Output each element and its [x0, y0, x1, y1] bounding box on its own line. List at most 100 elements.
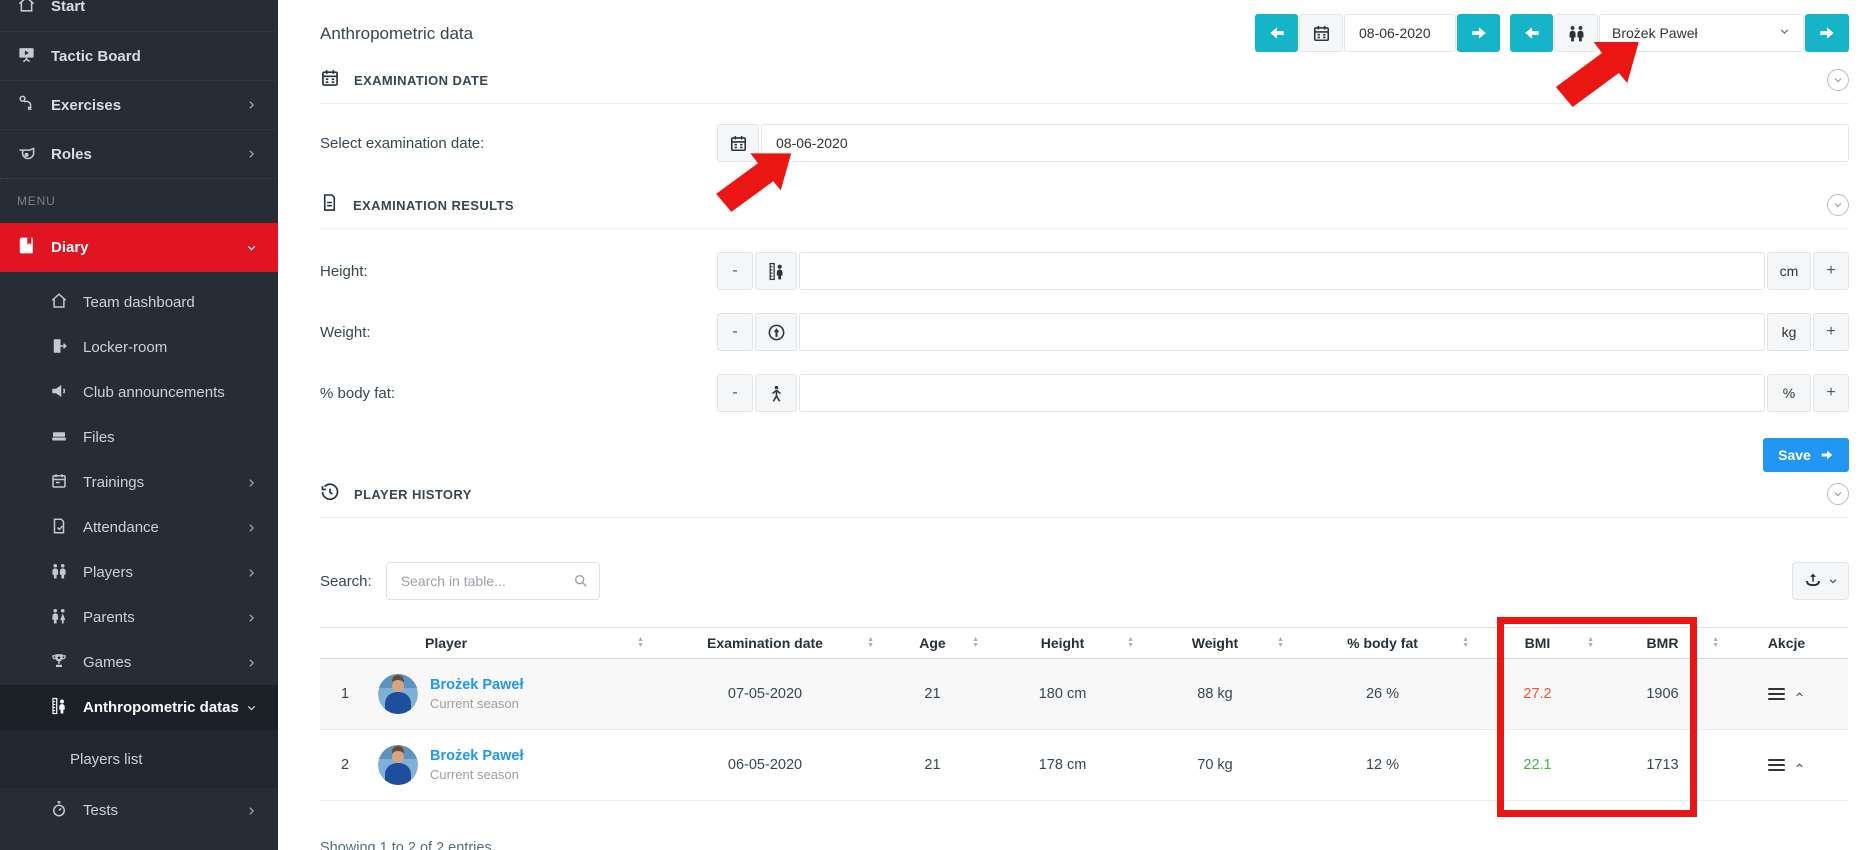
main-content: Anthropometric data Brożek Paweł: [278, 0, 1873, 850]
column-header-akcje: Akcje: [1725, 628, 1848, 659]
column-header-bmi[interactable]: BMI ▲▼: [1475, 628, 1600, 659]
field-label: Select examination date:: [320, 135, 717, 152]
decrement-button[interactable]: -: [717, 252, 753, 290]
sidebar-item-label: Players list: [70, 751, 143, 768]
calendar-icon[interactable]: [717, 124, 759, 162]
cell-bmr: 1906: [1600, 659, 1725, 730]
chevron-down-icon: [245, 241, 258, 254]
sidebar-anthropometric-group: Anthropometric datas Players list: [0, 685, 278, 788]
book-icon: [17, 236, 36, 259]
sort-icon[interactable]: ▲▼: [1277, 637, 1284, 649]
chevron-right-icon: [245, 148, 258, 161]
next-player-button[interactable]: [1805, 14, 1849, 52]
player-link[interactable]: Brożek Paweł: [430, 748, 524, 764]
date-navigator: [1255, 14, 1500, 52]
sidebar-item-label: Locker-room: [83, 339, 167, 356]
sidebar-item-games[interactable]: Games: [0, 640, 278, 685]
sort-icon[interactable]: ▲▼: [1712, 637, 1719, 649]
trophy-icon: [50, 652, 68, 674]
body-fat-field-row: % body fat: - % +: [320, 374, 1849, 412]
row-actions-button[interactable]: [1725, 685, 1848, 702]
player-select[interactable]: Brożek Paweł: [1599, 14, 1804, 52]
menu-icon: [1768, 756, 1785, 773]
increment-button[interactable]: +: [1813, 252, 1849, 290]
sort-icon[interactable]: ▲▼: [637, 637, 644, 649]
chevron-right-icon: [245, 521, 258, 534]
height-input[interactable]: [799, 252, 1765, 290]
sort-icon[interactable]: ▲▼: [867, 637, 874, 649]
sidebar-item-label: Tests: [83, 802, 118, 819]
prev-date-button[interactable]: [1255, 14, 1298, 52]
search-label: Search:: [320, 573, 372, 590]
column-header-examination-date[interactable]: Examination date ▲▼: [650, 628, 880, 659]
sidebar-item-start[interactable]: Start: [0, 0, 278, 31]
sidebar-item-club-announcements[interactable]: Club announcements: [0, 370, 278, 415]
sidebar-item-players[interactable]: Players: [0, 550, 278, 595]
header-date-input[interactable]: [1344, 14, 1456, 52]
sidebar-item-files[interactable]: Files: [0, 415, 278, 460]
increment-button[interactable]: +: [1813, 313, 1849, 351]
row-actions-button[interactable]: [1725, 756, 1848, 773]
sort-icon[interactable]: ▲▼: [1587, 637, 1594, 649]
players-icon: [1554, 14, 1598, 52]
column-header-bmr[interactable]: BMR ▲▼: [1600, 628, 1725, 659]
column-header-height[interactable]: Height ▲▼: [985, 628, 1140, 659]
next-date-button[interactable]: [1457, 14, 1500, 52]
tactic-board-icon: [17, 45, 36, 68]
avatar: [378, 674, 418, 714]
door-icon: [50, 337, 68, 359]
column-header-player[interactable]: Player ▲▼: [370, 628, 650, 659]
sidebar-item-diary[interactable]: Diary: [0, 223, 278, 272]
column-header-weight[interactable]: Weight ▲▼: [1140, 628, 1290, 659]
collapse-section-button[interactable]: [1827, 483, 1849, 505]
examination-date-input[interactable]: [761, 124, 1849, 162]
field-label: % body fat:: [320, 385, 717, 402]
sidebar-item-players-list[interactable]: Players list: [0, 730, 278, 788]
sidebar-item-tests[interactable]: Tests: [0, 788, 278, 833]
ruler-person-icon: [50, 697, 68, 719]
search-input[interactable]: [386, 562, 600, 600]
export-button[interactable]: [1792, 562, 1849, 600]
chevron-down-icon: [1778, 25, 1791, 41]
history-icon: [320, 482, 340, 507]
sidebar-item-label: Players: [83, 564, 133, 581]
sidebar-item-trainings[interactable]: Trainings: [0, 460, 278, 505]
collapse-section-button[interactable]: [1827, 194, 1849, 216]
chevron-right-icon: [245, 804, 258, 817]
section-divider: [320, 103, 1849, 104]
document-check-icon: [50, 517, 68, 539]
decrement-button[interactable]: -: [717, 313, 753, 351]
weight-input[interactable]: [799, 313, 1765, 351]
column-header-age[interactable]: Age ▲▼: [880, 628, 985, 659]
sidebar-item-locker-room[interactable]: Locker-room: [0, 325, 278, 370]
collapse-section-button[interactable]: [1827, 69, 1849, 91]
row-index: 2: [320, 730, 370, 801]
decrement-button[interactable]: -: [717, 374, 753, 412]
unit-label: %: [1767, 374, 1811, 412]
sort-icon[interactable]: ▲▼: [1127, 637, 1134, 649]
sort-icon[interactable]: ▲▼: [972, 637, 979, 649]
unit-label: kg: [1767, 313, 1811, 351]
body-fat-input[interactable]: [799, 374, 1765, 412]
player-link[interactable]: Brożek Paweł: [430, 677, 524, 693]
increment-button[interactable]: +: [1813, 374, 1849, 412]
cell-body-fat-real: 12 %: [1290, 730, 1475, 801]
sidebar-item-roles[interactable]: Roles: [0, 129, 278, 178]
table-header-row: Player ▲▼ Examination date ▲▼ Age ▲▼ Hei…: [320, 628, 1848, 659]
sidebar-item-team-dashboard[interactable]: Team dashboard: [0, 280, 278, 325]
body-icon: [755, 374, 797, 412]
sidebar-item-exercises[interactable]: Exercises: [0, 80, 278, 129]
sidebar-item-parents[interactable]: Parents: [0, 595, 278, 640]
chevron-right-icon: [245, 611, 258, 624]
prev-player-button[interactable]: [1510, 14, 1553, 52]
sidebar-item-attendance[interactable]: Attendance: [0, 505, 278, 550]
sidebar-item-anthropometric-datas[interactable]: Anthropometric datas: [0, 685, 278, 730]
weight-icon: [755, 313, 797, 351]
sort-icon[interactable]: ▲▼: [1462, 637, 1469, 649]
sidebar-item-tactic-board[interactable]: Tactic Board: [0, 31, 278, 80]
examination-results-section-header: EXAMINATION RESULTS: [320, 194, 1849, 216]
save-button[interactable]: Save: [1763, 438, 1849, 472]
section-divider: [320, 228, 1849, 229]
table-row: 2 Brożek Paweł Current season 06-05-2020…: [320, 730, 1848, 801]
column-header-body-fat[interactable]: % body fat ▲▼: [1290, 628, 1475, 659]
